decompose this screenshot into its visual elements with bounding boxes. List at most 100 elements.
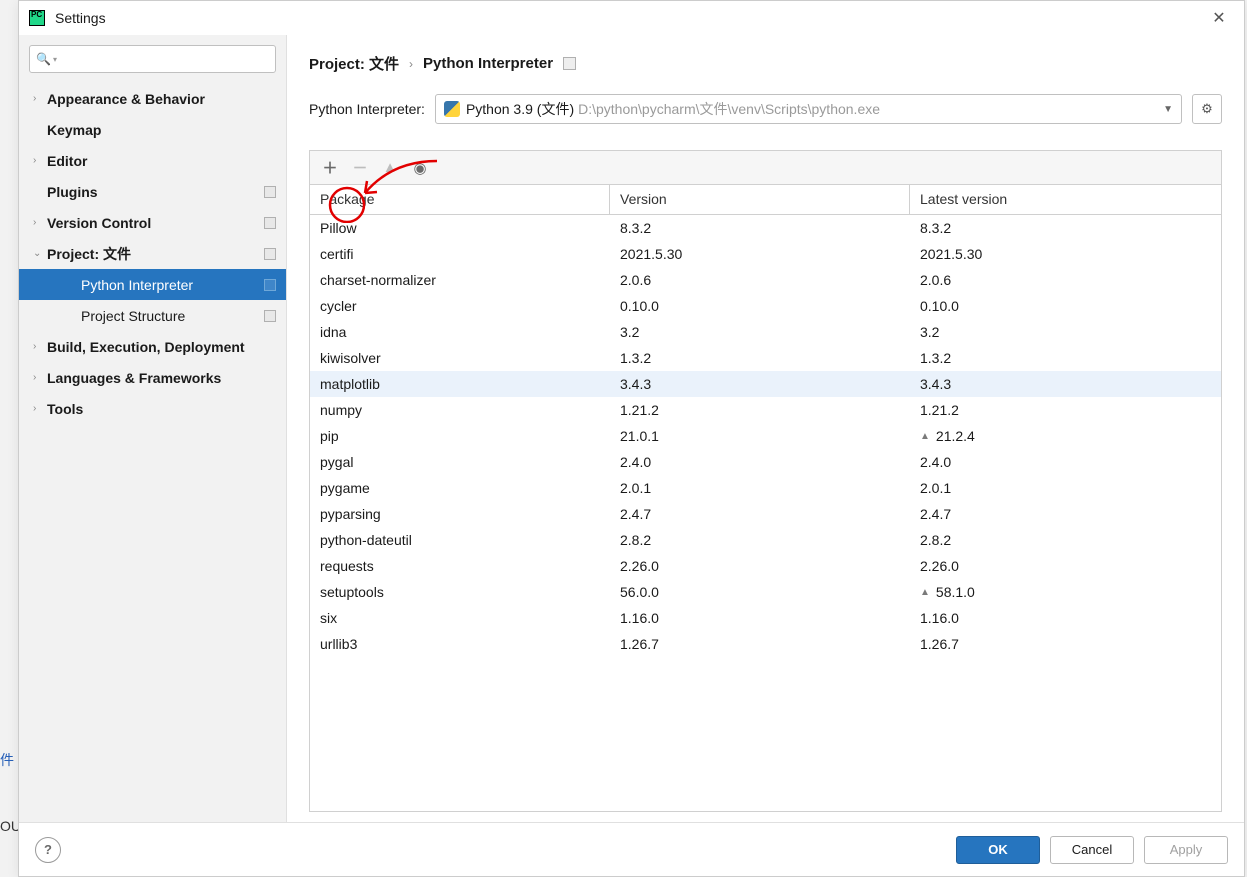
sidebar-item-appearance-behavior[interactable]: ›Appearance & Behavior [19, 83, 286, 114]
project-badge-icon [264, 310, 276, 322]
table-row[interactable]: cycler0.10.00.10.0 [310, 293, 1221, 319]
sidebar-item-project-[interactable]: ⌄Project: 文件 [19, 238, 286, 269]
sidebar-item-label: Project Structure [81, 308, 264, 324]
interpreter-select[interactable]: Python 3.9 (文件) D:\python\pycharm\文件\ven… [435, 94, 1182, 124]
sidebar-item-build-execution-deployment[interactable]: ›Build, Execution, Deployment [19, 331, 286, 362]
sidebar-item-label: Appearance & Behavior [47, 91, 276, 107]
pycharm-icon [29, 10, 45, 26]
latest-version-text: 2.26.0 [920, 558, 959, 574]
sidebar-item-tools[interactable]: ›Tools [19, 393, 286, 424]
table-row[interactable]: numpy1.21.21.21.2 [310, 397, 1221, 423]
package-name: numpy [310, 402, 610, 418]
table-row[interactable]: certifi2021.5.302021.5.30 [310, 241, 1221, 267]
table-row[interactable]: setuptools56.0.0▲58.1.0 [310, 579, 1221, 605]
page-badge-icon [563, 57, 576, 70]
python-icon [444, 101, 460, 117]
latest-version-text: 1.26.7 [920, 636, 959, 652]
latest-version-text: 8.3.2 [920, 220, 951, 236]
package-name: urllib3 [310, 636, 610, 652]
breadcrumb-root[interactable]: Project: 文件 [309, 53, 399, 74]
search-icon: 🔍 [36, 52, 51, 66]
package-latest: ▲21.2.4 [910, 428, 1221, 444]
package-name: pyparsing [310, 506, 610, 522]
table-row[interactable]: pip21.0.1▲21.2.4 [310, 423, 1221, 449]
help-button[interactable]: ? [35, 837, 61, 863]
sidebar-item-label: Version Control [47, 215, 264, 231]
package-name: pygame [310, 480, 610, 496]
chevron-down-icon: ▼ [1163, 104, 1173, 115]
package-name: six [310, 610, 610, 626]
tree-arrow-icon: › [33, 155, 47, 166]
package-latest: 1.3.2 [910, 350, 1221, 366]
package-name: Pillow [310, 220, 610, 236]
search-input[interactable]: 🔍▾ [29, 45, 276, 73]
package-name: setuptools [310, 584, 610, 600]
tree-arrow-icon: ⌄ [33, 248, 47, 259]
table-row[interactable]: matplotlib3.4.33.4.3 [310, 371, 1221, 397]
col-version[interactable]: Version [610, 185, 910, 214]
package-name: charset-normalizer [310, 272, 610, 288]
sidebar-item-languages-frameworks[interactable]: ›Languages & Frameworks [19, 362, 286, 393]
table-row[interactable]: pygal2.4.02.4.0 [310, 449, 1221, 475]
package-version: 1.3.2 [610, 350, 910, 366]
tree-arrow-icon: › [33, 341, 47, 352]
add-package-button[interactable]: ＋ [316, 155, 344, 181]
table-row[interactable]: idna3.23.2 [310, 319, 1221, 345]
package-latest: 2021.5.30 [910, 246, 1221, 262]
project-badge-icon [264, 279, 276, 291]
settings-tree: ›Appearance & BehaviorKeymap›EditorPlugi… [19, 81, 286, 822]
package-latest: 2.26.0 [910, 558, 1221, 574]
table-row[interactable]: requests2.26.02.26.0 [310, 553, 1221, 579]
sidebar-item-version-control[interactable]: ›Version Control [19, 207, 286, 238]
sidebar-item-plugins[interactable]: Plugins [19, 176, 286, 207]
package-latest: 2.0.1 [910, 480, 1221, 496]
table-row[interactable]: charset-normalizer2.0.62.0.6 [310, 267, 1221, 293]
interpreter-settings-button[interactable]: ⚙ [1192, 94, 1222, 124]
table-row[interactable]: urllib31.26.71.26.7 [310, 631, 1221, 657]
sidebar-item-editor[interactable]: ›Editor [19, 145, 286, 176]
table-row[interactable]: pygame2.0.12.0.1 [310, 475, 1221, 501]
ok-button[interactable]: OK [956, 836, 1040, 864]
search-dropdown-icon: ▾ [53, 55, 57, 64]
sidebar-item-label: Plugins [47, 184, 264, 200]
latest-version-text: 21.2.4 [936, 428, 975, 444]
latest-version-text: 1.16.0 [920, 610, 959, 626]
titlebar: Settings ✕ [19, 1, 1244, 35]
package-version: 2.4.7 [610, 506, 910, 522]
package-latest: 2.8.2 [910, 532, 1221, 548]
tree-arrow-icon: › [33, 403, 47, 414]
apply-button[interactable]: Apply [1144, 836, 1228, 864]
package-latest: 1.16.0 [910, 610, 1221, 626]
table-row[interactable]: pyparsing2.4.72.4.7 [310, 501, 1221, 527]
sidebar-item-project-structure[interactable]: Project Structure [19, 300, 286, 331]
col-package[interactable]: Package [310, 185, 610, 214]
table-row[interactable]: six1.16.01.16.0 [310, 605, 1221, 631]
sidebar-item-python-interpreter[interactable]: Python Interpreter [19, 269, 286, 300]
package-latest: 2.0.6 [910, 272, 1221, 288]
table-row[interactable]: Pillow8.3.28.3.2 [310, 215, 1221, 241]
breadcrumb-sep: › [409, 57, 413, 71]
package-name: certifi [310, 246, 610, 262]
settings-dialog: Settings ✕ 🔍▾ ›Appearance & BehaviorKeym… [18, 0, 1245, 877]
sidebar-item-label: Python Interpreter [81, 277, 264, 293]
remove-package-button[interactable]: － [346, 155, 374, 181]
package-name: python-dateutil [310, 532, 610, 548]
breadcrumb: Project: 文件 › Python Interpreter [309, 53, 1222, 74]
package-name: cycler [310, 298, 610, 314]
upgrade-package-button[interactable]: ▲ [376, 155, 404, 181]
cancel-button[interactable]: Cancel [1050, 836, 1134, 864]
tree-arrow-icon: › [33, 217, 47, 228]
table-row[interactable]: kiwisolver1.3.21.3.2 [310, 345, 1221, 371]
show-early-releases-button[interactable]: ◉ [406, 155, 434, 181]
package-name: kiwisolver [310, 350, 610, 366]
latest-version-text: 2021.5.30 [920, 246, 982, 262]
close-button[interactable]: ✕ [1204, 8, 1234, 28]
gear-icon: ⚙ [1201, 101, 1213, 117]
sidebar: 🔍▾ ›Appearance & BehaviorKeymap›EditorPl… [19, 35, 287, 822]
package-version: 2021.5.30 [610, 246, 910, 262]
sidebar-item-keymap[interactable]: Keymap [19, 114, 286, 145]
table-row[interactable]: python-dateutil2.8.22.8.2 [310, 527, 1221, 553]
col-latest[interactable]: Latest version [910, 185, 1221, 214]
latest-version-text: 2.4.7 [920, 506, 951, 522]
latest-version-text: 1.3.2 [920, 350, 951, 366]
